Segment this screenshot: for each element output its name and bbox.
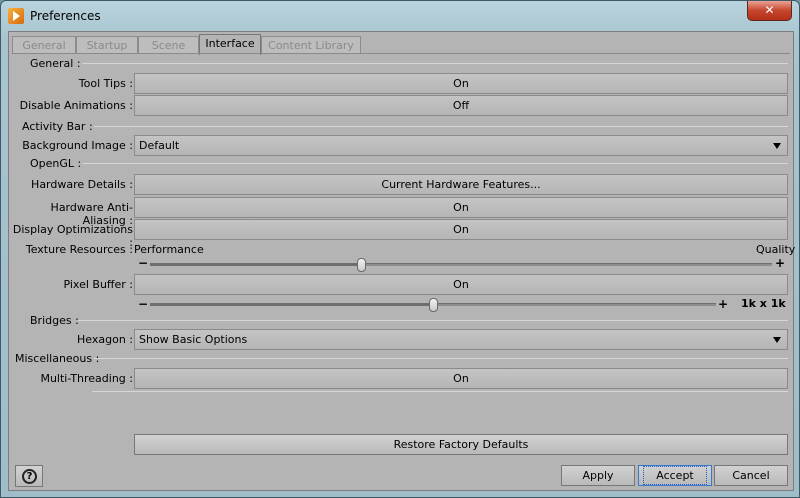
section-opengl: OpenGL : (30, 157, 82, 170)
multi-threading-label: Multi-Threading : (40, 372, 133, 385)
hexagon-value: Show Basic Options (139, 333, 248, 346)
pixel-buffer-label: Pixel Buffer : (63, 278, 133, 291)
disable-animations-toggle[interactable]: Off (134, 95, 788, 116)
multi-threading-toggle[interactable]: On (134, 368, 788, 389)
tool-tips-label: Tool Tips : (78, 77, 133, 90)
section-divider (92, 391, 788, 392)
texture-slider-fill (150, 264, 361, 266)
texture-plus-icon[interactable]: + (775, 256, 785, 270)
pixel-buffer-slider[interactable] (150, 298, 716, 312)
section-divider (82, 63, 788, 64)
texture-performance-label: Performance (134, 243, 204, 256)
dropdown-arrow-icon (773, 337, 781, 343)
pixel-buffer-toggle[interactable]: On (134, 274, 788, 295)
interface-panel: General : Tool Tips : On Disable Animati… (12, 53, 795, 463)
section-bridges: Bridges : (30, 314, 79, 327)
tab-scene[interactable]: Scene (138, 36, 199, 54)
cancel-label: Cancel (732, 469, 770, 482)
pixel-buffer-slider-handle[interactable] (429, 298, 438, 312)
close-button[interactable]: ✕ (747, 1, 792, 21)
window-title: Preferences (30, 9, 101, 23)
tab-general[interactable]: General (12, 36, 76, 54)
texture-resources-label: Texture Resources : (25, 243, 133, 256)
help-button[interactable]: ? (15, 465, 43, 487)
cancel-button[interactable]: Cancel (714, 465, 788, 486)
hardware-details-label: Hardware Details : (31, 178, 133, 191)
help-icon: ? (22, 469, 37, 484)
section-activity-bar: Activity Bar : (22, 120, 93, 133)
pixel-buffer-slider-fill (150, 304, 433, 306)
dropdown-arrow-icon (773, 143, 781, 149)
dialog-body: General Startup Scene Interface Content … (8, 31, 795, 491)
hexagon-label: Hexagon : (77, 333, 133, 346)
texture-resources-slider[interactable] (150, 258, 772, 272)
section-general: General : (30, 57, 81, 70)
pixel-buffer-plus-icon[interactable]: + (718, 297, 728, 311)
apply-button[interactable]: Apply (561, 465, 635, 486)
accept-label: Accept (643, 466, 707, 485)
app-logo-icon (8, 8, 24, 24)
background-image-value: Default (139, 139, 180, 152)
section-divider (78, 320, 788, 321)
title-bar[interactable]: Preferences ✕ (1, 1, 799, 31)
anti-aliasing-toggle[interactable]: On (134, 197, 788, 218)
texture-slider-handle[interactable] (357, 258, 366, 272)
background-image-select[interactable]: Default (134, 135, 788, 156)
section-divider (94, 126, 788, 127)
section-miscellaneous: Miscellaneous : (15, 352, 100, 365)
accept-button[interactable]: Accept (638, 465, 712, 486)
texture-minus-icon[interactable]: − (138, 256, 148, 270)
pixel-buffer-minus-icon[interactable]: − (138, 297, 148, 311)
tool-tips-toggle[interactable]: On (134, 73, 788, 94)
pixel-buffer-size: 1k x 1k (741, 297, 786, 310)
background-image-label: Background Image : (22, 139, 133, 152)
tab-content-library[interactable]: Content Library (261, 36, 361, 54)
disable-animations-label: Disable Animations : (19, 99, 133, 112)
section-divider (94, 358, 788, 359)
display-optimizations-toggle[interactable]: On (134, 219, 788, 240)
restore-defaults-button[interactable]: Restore Factory Defaults (134, 434, 788, 455)
tab-interface[interactable]: Interface (199, 34, 261, 55)
preferences-window: Preferences ✕ General Startup Scene Inte… (0, 0, 800, 498)
section-divider (82, 163, 788, 164)
tab-startup[interactable]: Startup (76, 36, 138, 54)
hexagon-select[interactable]: Show Basic Options (134, 329, 788, 350)
hardware-features-button[interactable]: Current Hardware Features... (134, 174, 788, 195)
apply-label: Apply (582, 469, 614, 482)
texture-quality-label: Quality (756, 243, 796, 256)
